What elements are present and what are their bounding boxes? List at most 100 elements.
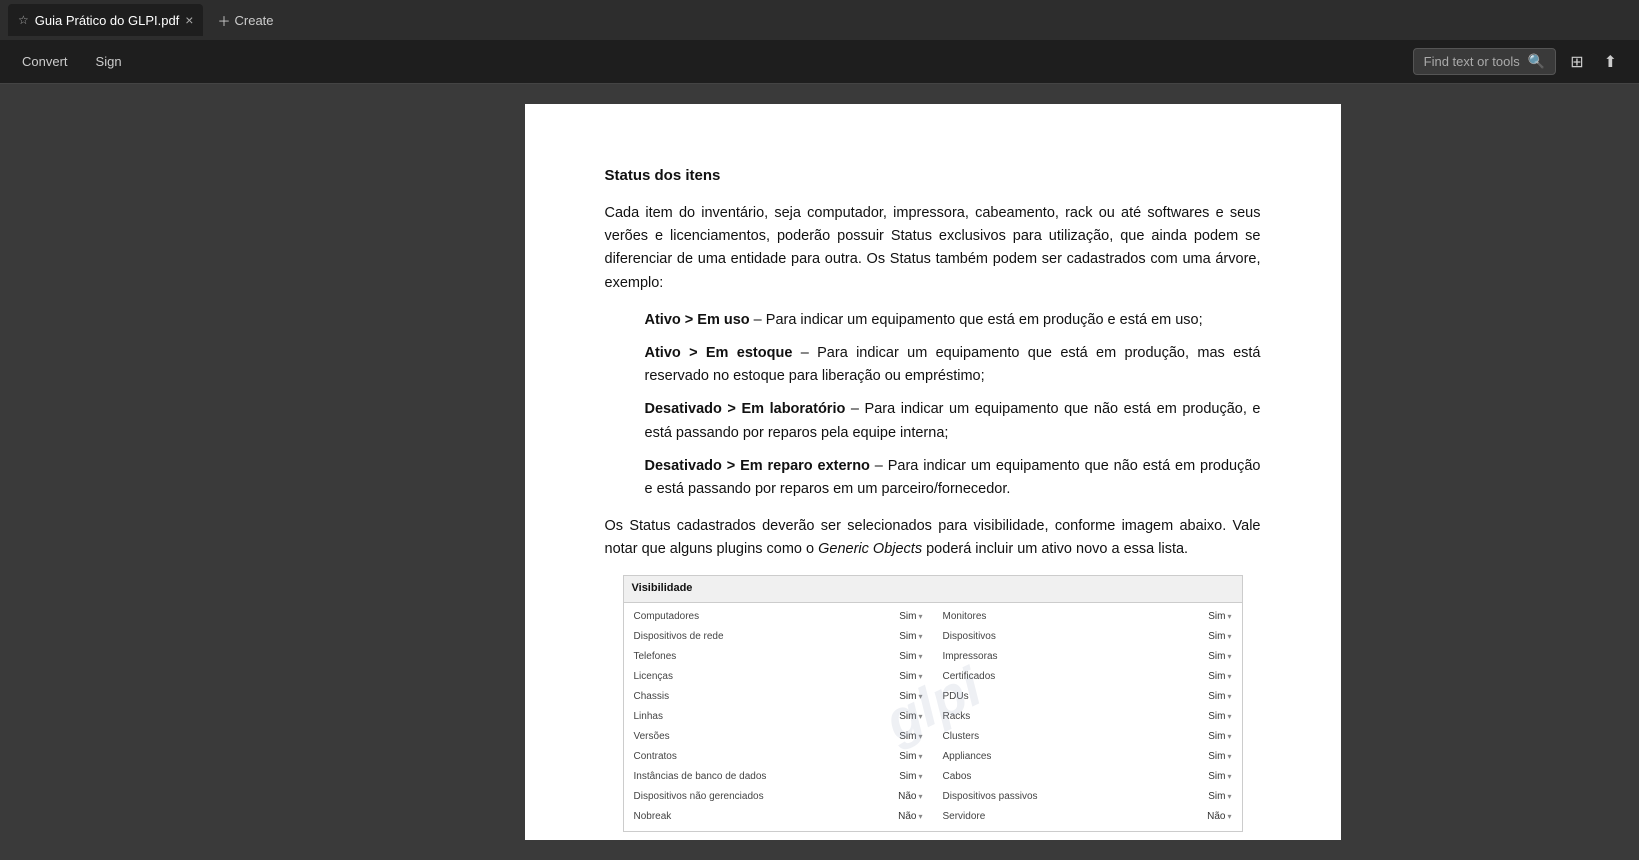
vis-row: Dispositivos Sim ▾	[937, 627, 1238, 647]
vis-row-val: Sim ▾	[1208, 729, 1231, 745]
vis-row-val: Sim ▾	[1208, 689, 1231, 705]
plus-icon: ＋	[217, 11, 230, 30]
vis-row-val: Sim ▾	[899, 689, 922, 705]
visibility-header: Visibilidade	[624, 576, 1242, 603]
paragraph-2-italic: Generic Objects	[818, 541, 922, 557]
vis-row-val: Sim ▾	[899, 749, 922, 765]
vis-row: PDUs Sim ▾	[937, 687, 1238, 707]
vis-row-label: Nobreak	[634, 809, 672, 825]
vis-row-val: Sim ▾	[1208, 709, 1231, 725]
vis-row: Computadores Sim ▾	[628, 607, 929, 627]
bullet-bold-3: Desativado > Em laboratório	[645, 401, 846, 417]
vis-row: Appliances Sim ▾	[937, 747, 1238, 767]
vis-row-label: Computadores	[634, 609, 700, 625]
star-icon: ☆	[18, 13, 29, 27]
vis-row-label: Dispositivos não gerenciados	[634, 789, 764, 805]
vis-row: Monitores Sim ▾	[937, 607, 1238, 627]
share-button[interactable]: ⬆	[1598, 48, 1623, 76]
vis-row-val: Sim ▾	[899, 649, 922, 665]
vis-row-val: Sim ▾	[899, 769, 922, 785]
vis-row: Racks Sim ▾	[937, 707, 1238, 727]
vis-row-val: Sim ▾	[1208, 609, 1231, 625]
find-bar[interactable]: Find text or tools 🔍	[1413, 48, 1557, 75]
vis-row-val: Sim ▾	[1208, 669, 1231, 685]
vis-row: ClustersSim ▾	[937, 727, 1238, 747]
vis-row-label: Dispositivos	[943, 629, 996, 645]
visibility-table-container: Visibilidade ComputadoresSim ▾Dispositiv…	[623, 575, 1243, 832]
vis-row-label: Servidore	[943, 809, 986, 825]
vis-row-label: Telefones	[634, 649, 677, 665]
vis-row-val: Sim ▾	[899, 669, 922, 685]
vis-row: Dispositivos não gerenciados Não ▾	[628, 787, 929, 807]
section-title: Status dos itens	[605, 164, 1261, 188]
toolbar-right: Find text or tools 🔍 ⊞ ⬆	[1413, 48, 1623, 76]
vis-row: Chassis Sim ▾	[628, 687, 929, 707]
tab-pdf[interactable]: ☆ Guia Prático do GLPI.pdf ×	[8, 4, 203, 36]
bullet-item-1: Ativo > Em uso – Para indicar um equipam…	[645, 309, 1261, 332]
search-icon: 🔍	[1528, 53, 1545, 70]
vis-row-label: Impressoras	[943, 649, 998, 665]
vis-row-label: Certificados	[943, 669, 996, 685]
vis-row-val: Não ▾	[1207, 809, 1231, 825]
sign-button[interactable]: Sign	[90, 50, 128, 73]
vis-row-label: Linhas	[634, 709, 663, 725]
vis-row-val: Sim ▾	[1208, 749, 1231, 765]
tab-label: Guia Prático do GLPI.pdf	[35, 13, 180, 28]
bullet-item-2: Ativo > Em estoque – Para indicar um equ…	[645, 342, 1261, 388]
vis-row-val: Sim ▾	[1208, 649, 1231, 665]
bullet-text-1: – Para indicar um equipamento que está e…	[750, 312, 1203, 328]
find-text: Find text or tools	[1424, 54, 1520, 69]
toolbar-left: Convert Sign	[16, 50, 128, 73]
tab-close-icon[interactable]: ×	[185, 12, 193, 28]
vis-row-label: Dispositivos passivos	[943, 789, 1038, 805]
bullet-bold-1: Ativo > Em uso	[645, 312, 750, 328]
vis-row-val: Sim ▾	[1208, 629, 1231, 645]
vis-row-val: Não ▾	[898, 789, 922, 805]
paragraph-2: Os Status cadastrados deverão ser seleci…	[605, 515, 1261, 561]
create-tab-button[interactable]: ＋ Create	[207, 4, 283, 36]
vis-col-left: Computadores Sim ▾ Dispositivos de rede Sim…	[624, 603, 933, 831]
vis-row: Instâncias de banco de dados Sim ▾	[628, 767, 929, 787]
vis-row-val: Sim ▾	[899, 709, 922, 725]
convert-button[interactable]: Convert	[16, 50, 74, 73]
paragraph-2-end: poderá incluir um ativo novo a essa list…	[922, 541, 1188, 557]
vis-col-right: Monitores Sim ▾ Dispositivos Sim ▾ Impressor…	[933, 603, 1242, 831]
pdf-viewer[interactable]: Status dos itens Cada item do inventário…	[226, 84, 1639, 860]
vis-row-val: Sim ▾	[899, 729, 922, 745]
content-area: Status dos itens Cada item do inventário…	[0, 84, 1639, 860]
vis-row-val: Sim ▾	[899, 609, 922, 625]
paragraph-1: Cada item do inventário, seja computador…	[605, 202, 1261, 295]
vis-row-val: Não ▾	[898, 809, 922, 825]
vis-row-label: Appliances	[943, 749, 992, 765]
vis-row: Servidore Não ▾	[937, 807, 1238, 827]
tab-bar: ☆ Guia Prático do GLPI.pdf × ＋ Create	[0, 0, 1639, 40]
bullet-item-4: Desativado > Em reparo externo – Para in…	[645, 455, 1261, 501]
vis-row-label: Contratos	[634, 749, 677, 765]
visibility-body: Computadores Sim ▾ Dispositivos de rede Sim…	[624, 603, 1242, 831]
vis-row-val: Sim ▾	[899, 629, 922, 645]
bullet-bold-4: Desativado > Em reparo externo	[645, 458, 870, 474]
vis-row: Telefones Sim ▾	[628, 647, 929, 667]
vis-row-label: Chassis	[634, 689, 670, 705]
vis-row: Nobreak Não ▾	[628, 807, 929, 827]
vis-row: Linhas Sim ▾	[628, 707, 929, 727]
vis-row: Dispositivos de rede Sim ▾	[628, 627, 929, 647]
vis-row-label: Racks	[943, 709, 971, 725]
vis-row-label: Cabos	[943, 769, 972, 785]
vis-row-val: Sim ▾	[1208, 789, 1231, 805]
vis-row-label: PDUs	[943, 689, 969, 705]
bullet-bold-2: Ativo > Em estoque	[645, 345, 793, 361]
vis-row-label: Monitores	[943, 609, 987, 625]
bullet-item-3: Desativado > Em laboratório – Para indic…	[645, 398, 1261, 444]
vis-row: Dispositivos passivos Sim ▾	[937, 787, 1238, 807]
vis-row: Certificados Sim ▾	[937, 667, 1238, 687]
vis-row-label: Instâncias de banco de dados	[634, 769, 767, 785]
view-options-button[interactable]: ⊞	[1564, 48, 1589, 76]
vis-row-label: Dispositivos de rede	[634, 629, 724, 645]
vis-row: Versões Sim ▾	[628, 727, 929, 747]
vis-row-val: Sim ▾	[1208, 769, 1231, 785]
vis-row-label: Versões	[634, 729, 670, 745]
vis-row-label: Licenças	[634, 669, 673, 685]
sidebar-left	[0, 84, 226, 860]
create-tab-label: Create	[235, 13, 274, 28]
